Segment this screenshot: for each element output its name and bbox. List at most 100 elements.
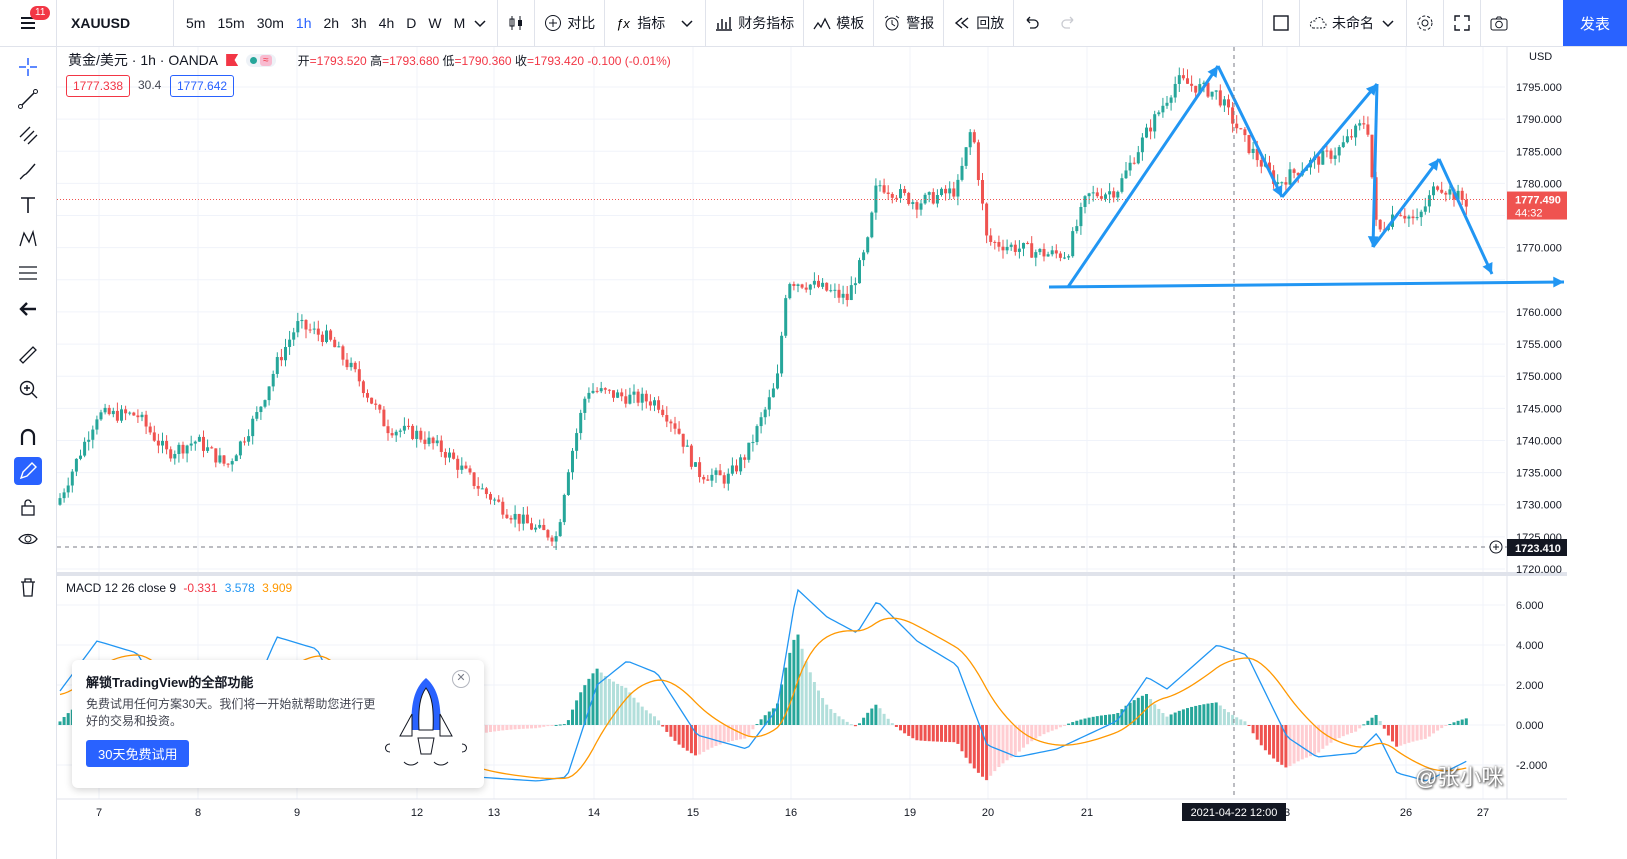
candle-body <box>1132 162 1136 164</box>
chevron-down-icon[interactable] <box>678 14 696 32</box>
instrument-title[interactable]: 黄金/美元 · 1h · OANDA <box>68 50 218 70</box>
remove-drawings-tool[interactable] <box>14 573 42 601</box>
timeframe-D[interactable]: D <box>400 0 422 46</box>
back-tool[interactable] <box>14 295 42 323</box>
ruler-tool[interactable] <box>14 341 42 369</box>
macd-histogram-bar <box>841 719 845 725</box>
snapshot-button[interactable] <box>1481 0 1517 46</box>
candle-body <box>308 329 312 331</box>
market-closed-flag-icon <box>226 54 239 66</box>
annotation-line <box>1280 83 1379 198</box>
timeframe-W[interactable]: W <box>422 0 447 46</box>
candle-body <box>1083 196 1087 207</box>
timeframe-30m[interactable]: 30m <box>251 0 290 46</box>
text-tool[interactable] <box>14 191 42 219</box>
timeframe-3h[interactable]: 3h <box>345 0 373 46</box>
candle-body <box>1370 134 1374 178</box>
timeframe-1h[interactable]: 1h <box>290 0 318 46</box>
compare-button[interactable]: 对比 <box>535 0 606 46</box>
trend-line-tool[interactable] <box>14 85 42 113</box>
candle-body <box>1440 189 1444 193</box>
indicators-button[interactable]: ƒx 指标 <box>605 0 707 46</box>
brush-tool[interactable] <box>14 157 42 185</box>
macd-histogram-bar <box>1333 725 1337 741</box>
cloud-icon <box>1309 17 1327 29</box>
candle-body <box>944 188 948 194</box>
macd-histogram-bar <box>1427 725 1431 737</box>
templates-button[interactable]: 模板 <box>804 0 875 46</box>
magnet-tool[interactable] <box>14 423 42 451</box>
pattern-icon <box>19 229 37 247</box>
hide-drawings-tool[interactable] <box>14 525 42 553</box>
time-tick-label: 27 <box>1477 807 1489 819</box>
candle-body <box>1399 215 1403 217</box>
candle-body <box>792 284 796 286</box>
annotation-line <box>1066 65 1220 288</box>
macd-histogram-bar <box>1300 725 1304 760</box>
candle-body <box>136 415 140 418</box>
buy-price-button[interactable]: 1777.642 <box>170 75 235 97</box>
countdown-label: 44:32 <box>1515 208 1543 220</box>
candle-body <box>431 437 435 444</box>
candle-body <box>1165 102 1169 106</box>
candle-body <box>821 282 825 287</box>
macd-histogram-bar <box>1403 725 1407 745</box>
zoom-tool[interactable] <box>14 375 42 403</box>
macd-histogram-bar <box>837 716 841 725</box>
macd-histogram-bar <box>632 697 636 725</box>
publish-button[interactable]: 发表 <box>1563 0 1627 46</box>
candle-body <box>620 392 624 397</box>
candle-body <box>1145 127 1148 138</box>
fullscreen-toggle-button[interactable] <box>1262 0 1300 46</box>
candle-body <box>780 335 784 374</box>
main-menu-button[interactable]: 11 <box>0 0 57 46</box>
undo-button[interactable] <box>1014 0 1050 46</box>
candle-body <box>1161 105 1165 113</box>
crosshair-tool[interactable] <box>14 53 42 81</box>
macd-histogram-bar <box>915 725 919 741</box>
pitchfork-tool[interactable] <box>14 121 42 149</box>
macd-histogram-bar <box>1173 712 1177 725</box>
replay-button[interactable]: 回放 <box>944 0 1015 46</box>
candle-body <box>230 461 234 465</box>
symbol-search[interactable]: XAUUSD <box>57 0 174 46</box>
candle-body <box>91 429 95 440</box>
macd-histogram-bar <box>870 708 874 725</box>
price-tick-label: 1780.000 <box>1516 178 1562 190</box>
timeframe-4h[interactable]: 4h <box>373 0 401 46</box>
candle-body <box>554 536 558 542</box>
gear-icon <box>1417 15 1433 31</box>
financials-button[interactable]: 财务指标 <box>706 0 805 46</box>
macd-title[interactable]: MACD 12 26 close 9 <box>66 581 176 595</box>
chart-type-button[interactable] <box>497 0 536 46</box>
layout-name-button[interactable]: 未命名 <box>1300 0 1407 46</box>
time-tick-label: 15 <box>687 807 699 819</box>
settings-button[interactable] <box>1407 0 1444 46</box>
candle-body <box>591 390 595 393</box>
timeframe-2h[interactable]: 2h <box>318 0 346 46</box>
sell-price-button[interactable]: 1777.338 <box>66 75 131 97</box>
redo-button[interactable] <box>1050 0 1086 46</box>
timeframe-15m[interactable]: 15m <box>211 0 250 46</box>
macd-histogram-bar <box>878 708 882 725</box>
candle-body <box>862 252 866 261</box>
drawing-toolbar <box>0 47 57 859</box>
candle-body <box>366 393 369 398</box>
macd-histogram-bar <box>1432 725 1435 734</box>
macd-histogram-bar <box>845 721 849 725</box>
macd-histogram-bar <box>1099 715 1103 725</box>
maximize-button[interactable] <box>1444 0 1481 46</box>
alert-button[interactable]: 警报 <box>874 0 945 46</box>
timeframe-5m[interactable]: 5m <box>180 0 211 46</box>
lock-drawings-tool[interactable] <box>14 493 42 521</box>
free-trial-button[interactable]: 30天免费试用 <box>86 740 190 767</box>
pattern-tool[interactable] <box>14 225 42 253</box>
timeframe-M[interactable]: M <box>448 0 472 46</box>
chevron-down-icon[interactable] <box>471 14 489 32</box>
chevron-down-icon[interactable] <box>1379 14 1397 32</box>
macd-histogram-bar <box>1227 712 1230 725</box>
fib-tool[interactable] <box>14 259 42 287</box>
candle-body <box>1341 142 1345 148</box>
candle-body <box>755 426 759 443</box>
keep-drawing-tool[interactable] <box>14 457 42 485</box>
